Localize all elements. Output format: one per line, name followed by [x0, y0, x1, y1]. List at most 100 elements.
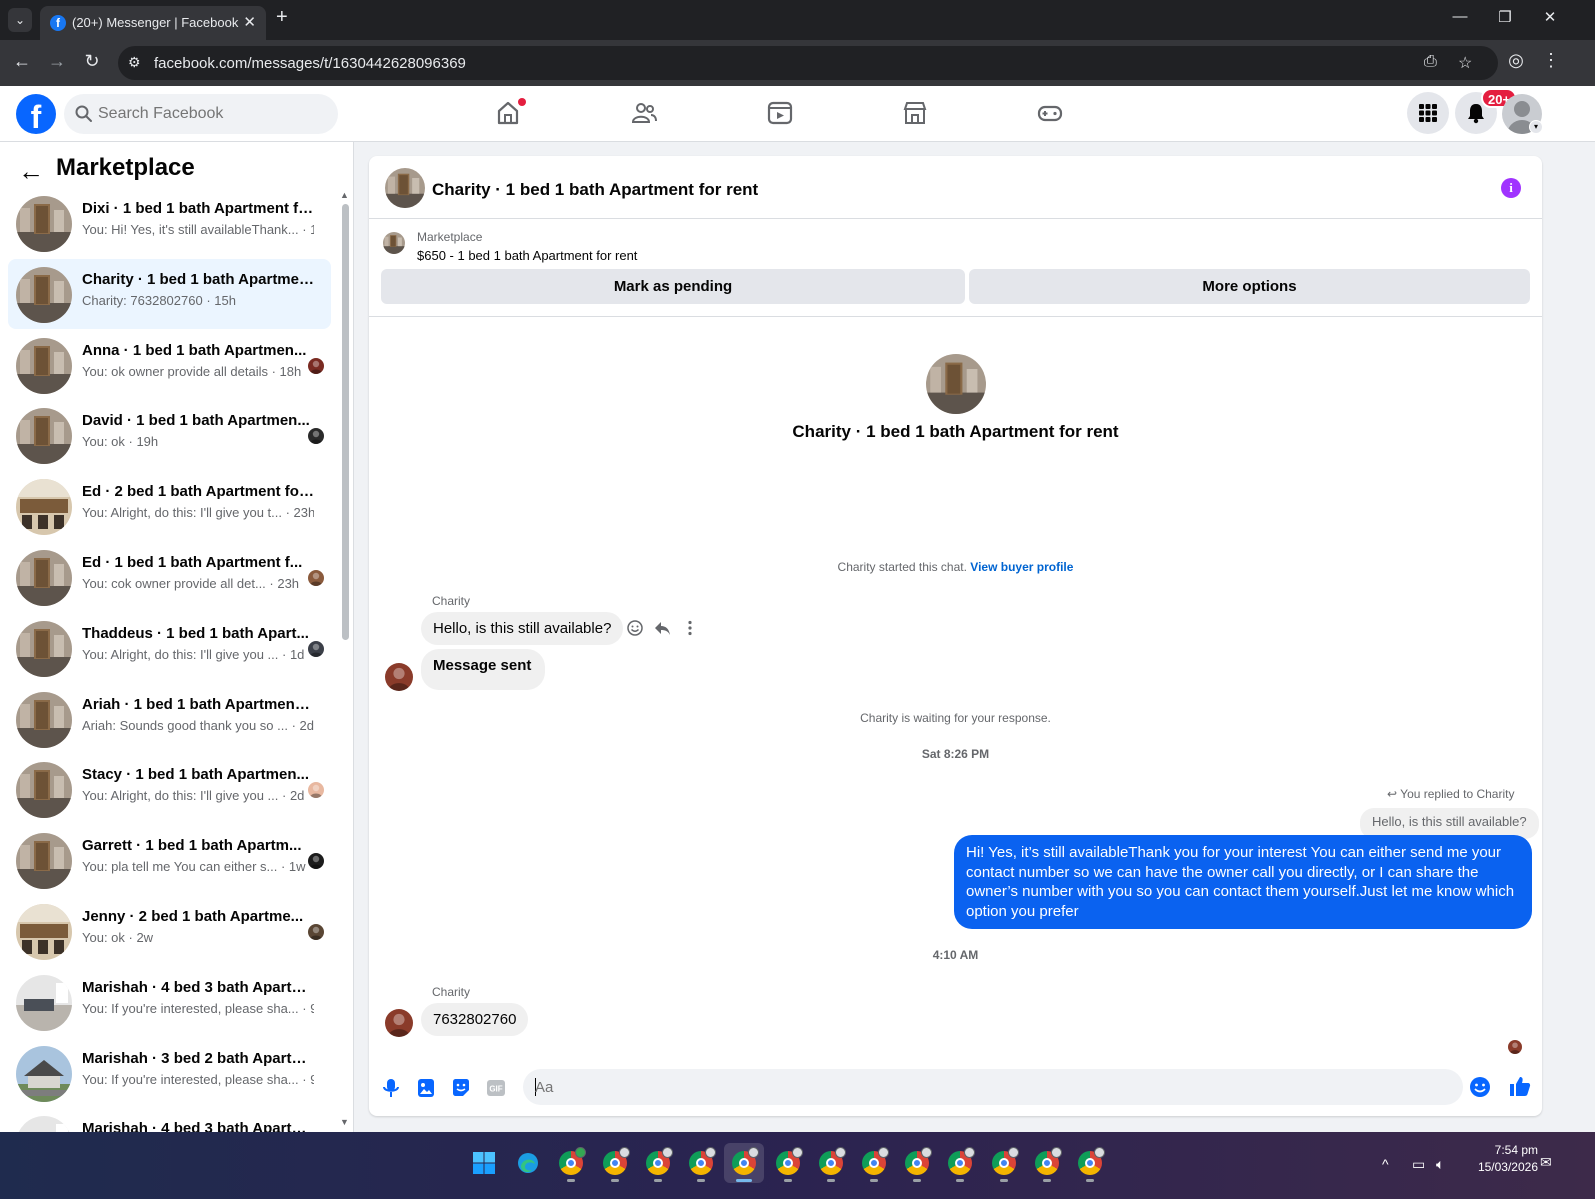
tab-search-button[interactable]: ⌄ — [8, 8, 32, 32]
conversation-item[interactable]: Stacy · 1 bed 1 bath Apartmen... You: Alr… — [8, 754, 331, 824]
react-icon[interactable] — [626, 619, 644, 637]
outgoing-message[interactable]: Hi! Yes, it’s still availableThank you f… — [954, 835, 1532, 929]
network-icon[interactable]: ▭ — [1412, 1156, 1425, 1173]
chat-thumbnail[interactable] — [385, 168, 425, 208]
conversation-item[interactable]: Marishah · 4 bed 3 bath Apartm... You: If… — [8, 967, 331, 1037]
facebook-logo-icon[interactable]: f — [16, 94, 56, 135]
reply-icon[interactable] — [653, 619, 671, 637]
incoming-message[interactable]: Message sent — [421, 649, 546, 690]
scroll-down-arrow-icon[interactable]: ▼ — [340, 1117, 349, 1127]
taskbar-app-chrome[interactable] — [595, 1143, 635, 1183]
conversation-item[interactable]: Anna · 1 bed 1 bath Apartmen... You: ok o… — [8, 330, 331, 400]
listing-thumbnail — [16, 691, 72, 748]
gif-icon[interactable]: GIF — [484, 1076, 508, 1100]
taskbar-app-chrome[interactable] — [984, 1143, 1024, 1183]
volume-icon[interactable]: 🔈︎ — [1436, 1156, 1444, 1173]
profile-icon[interactable]: ◎ — [1504, 50, 1528, 71]
message-input-box[interactable] — [523, 1069, 1490, 1105]
taskbar-app-chrome[interactable] — [768, 1143, 808, 1183]
chat-started-note: Charity started this chat. View buyer pr… — [369, 560, 1542, 574]
restore-button[interactable]: ❐ — [1490, 8, 1520, 26]
taskbar-app-chrome[interactable] — [940, 1143, 980, 1183]
chat-title[interactable]: Charity · 1 bed 1 bath Apartment for ren… — [432, 180, 758, 200]
conversation-item[interactable]: Ed · 1 bed 1 bath Apartment f... You: cok… — [8, 542, 331, 612]
conversation-item[interactable]: Garrett · 1 bed 1 bath Apartm... You: pla… — [8, 825, 331, 895]
microphone-icon[interactable] — [379, 1076, 403, 1100]
thumbs-up-icon[interactable] — [1508, 1074, 1532, 1098]
menu-grid-button[interactable] — [1407, 92, 1449, 134]
profile-badge-icon — [662, 1147, 673, 1158]
conversation-item[interactable]: David · 1 bed 1 bath Apartmen... You: ok … — [8, 400, 331, 470]
emoji-icon[interactable] — [1469, 1076, 1491, 1098]
video-icon[interactable] — [766, 99, 794, 127]
taskbar-app-chrome[interactable] — [681, 1143, 721, 1183]
sender-avatar[interactable] — [385, 663, 413, 691]
mark-as-pending-button[interactable]: Mark as pending — [381, 269, 965, 304]
install-app-icon[interactable]: ⎙ — [1424, 53, 1437, 71]
more-actions-icon[interactable] — [681, 619, 699, 637]
taskbar-app-chrome[interactable] — [551, 1143, 591, 1183]
conversation-item[interactable]: Ed · 2 bed 1 bath Apartment for ... You: … — [8, 471, 331, 541]
conversation-item[interactable]: Thaddeus · 1 bed 1 bath Apart... You: Alr… — [8, 613, 331, 683]
more-options-button[interactable]: More options — [969, 269, 1530, 304]
scroll-up-arrow-icon[interactable]: ▲ — [340, 190, 349, 200]
taskbar-app-chrome[interactable] — [1027, 1143, 1067, 1183]
photo-icon[interactable] — [414, 1076, 438, 1100]
taskbar-app-chrome[interactable] — [724, 1143, 764, 1183]
search-input[interactable] — [98, 94, 328, 134]
message-input[interactable] — [535, 1069, 1435, 1105]
tray-overflow-chevron-icon[interactable]: ^ — [1382, 1156, 1389, 1172]
taskbar-app-chrome[interactable] — [854, 1143, 894, 1183]
minimize-button[interactable]: — — [1445, 8, 1475, 25]
search-box[interactable] — [64, 94, 338, 134]
browser-tab-messenger[interactable]: f (20+) Messenger | Facebook ✕ — [40, 6, 266, 40]
taskbar-app-edge[interactable] — [508, 1143, 548, 1183]
conversation-preview: You: pla tell me You can either s... · 1… — [82, 859, 306, 875]
bookmark-star-icon[interactable]: ☆ — [1458, 53, 1472, 73]
taskbar-app-chrome[interactable] — [897, 1143, 937, 1183]
new-tab-button[interactable]: + — [276, 6, 288, 29]
listing-category: Marketplace — [417, 230, 483, 244]
url-text[interactable]: facebook.com/messages/t/1630442628096369 — [154, 55, 466, 72]
listing-thumbnail[interactable] — [383, 232, 405, 254]
close-window-button[interactable]: ✕ — [1535, 8, 1565, 26]
forward-button[interactable]: → — [45, 51, 69, 72]
sticker-icon[interactable] — [449, 1076, 473, 1100]
conversation-item[interactable]: Charity · 1 bed 1 bath Apartment... Chari… — [8, 258, 331, 329]
gaming-icon[interactable] — [1036, 99, 1064, 127]
listing-price[interactable]: $650 - 1 bed 1 bath Apartment for rent — [417, 248, 637, 263]
incoming-message[interactable]: 7632802760 — [421, 1003, 529, 1036]
taskbar-app-chrome[interactable] — [638, 1143, 678, 1183]
chevron-down-icon[interactable]: ▾ — [1529, 120, 1543, 134]
sender-avatar[interactable] — [385, 1009, 413, 1037]
conversation-item[interactable]: Jenny · 2 bed 1 bath Apartme... You: ok ·… — [8, 896, 331, 966]
reload-button[interactable]: ↻ — [80, 51, 104, 72]
running-indicator — [913, 1179, 921, 1182]
running-indicator — [784, 1179, 792, 1182]
address-bar[interactable]: ⚙ facebook.com/messages/t/16304426280963… — [118, 46, 1498, 80]
info-icon[interactable]: i — [1501, 178, 1521, 198]
conversation-item[interactable]: Dixi · 1 bed 1 bath Apartment fo... You: … — [8, 188, 331, 258]
friends-icon[interactable] — [630, 99, 658, 127]
incoming-message[interactable]: Hello, is this still available? — [421, 612, 624, 645]
scrollbar-thumb[interactable] — [342, 204, 349, 640]
conversation-item[interactable]: Marishah · 4 bed 3 bath Apartm... — [8, 1108, 331, 1132]
back-arrow-icon[interactable]: ← — [18, 156, 44, 187]
read-receipt-avatar — [308, 853, 324, 870]
taskbar-app-chrome[interactable] — [811, 1143, 851, 1183]
site-info-icon[interactable]: ⚙ — [128, 54, 141, 71]
conversation-item[interactable]: Ariah · 1 bed 1 bath Apartment f... Ariah… — [8, 684, 331, 754]
conversation-preview: You: If you're interested, please sha...… — [82, 1071, 314, 1087]
start-button[interactable] — [464, 1143, 504, 1183]
view-buyer-profile-link[interactable]: View buyer profile — [970, 560, 1073, 574]
read-receipt-avatar — [308, 428, 324, 445]
notification-center-icon[interactable]: ✉ — [1540, 1154, 1552, 1171]
marketplace-icon[interactable] — [901, 99, 929, 127]
system-clock[interactable]: 7:54 pm 15/03/2026 — [1462, 1142, 1538, 1176]
tab-close-icon[interactable]: ✕ — [243, 13, 256, 31]
taskbar-app-chrome[interactable] — [1070, 1143, 1110, 1183]
conversation-preview: Charity: 7632802760 · 15h — [82, 292, 236, 308]
menu-kebab-icon[interactable]: ⋮ — [1539, 50, 1563, 71]
back-button[interactable]: ← — [10, 51, 34, 72]
conversation-item[interactable]: Marishah · 3 bed 2 bath Apartm... You: If… — [8, 1038, 331, 1108]
